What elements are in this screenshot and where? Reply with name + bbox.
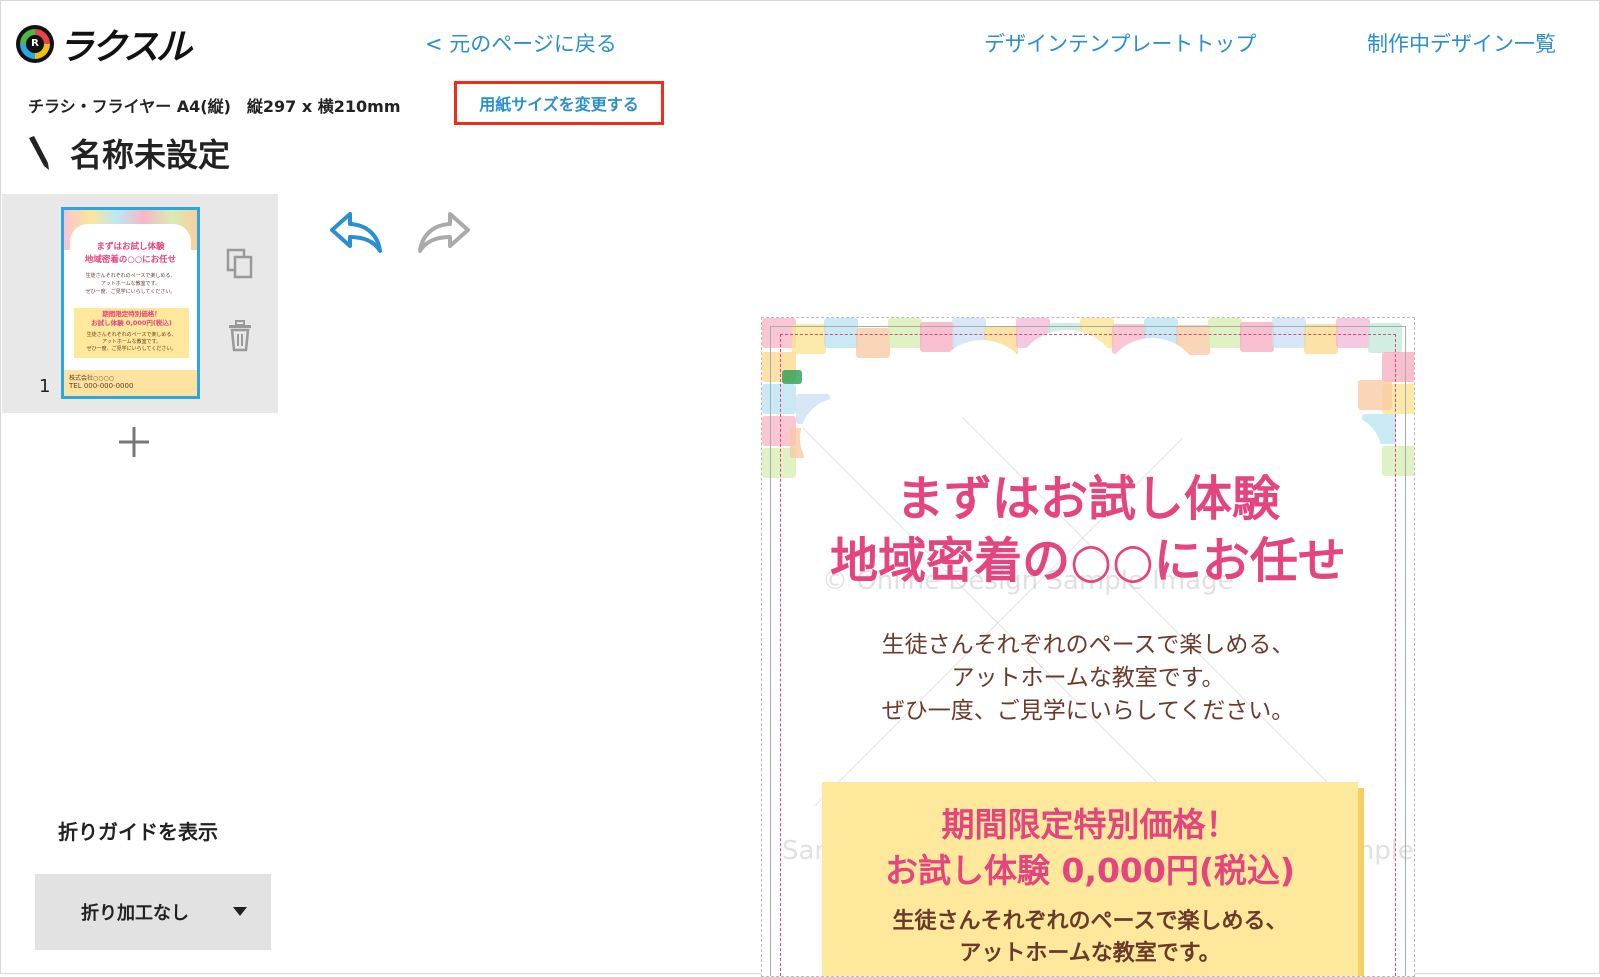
in-progress-designs-link[interactable]: 制作中デザイン一覧: [1367, 28, 1556, 58]
thumb-box-1: 期間限定特別価格！: [102, 310, 161, 318]
price-value[interactable]: お試し体験 0,000円(税込): [822, 848, 1358, 894]
logo-mark-icon: R: [16, 25, 54, 63]
fold-guide-selected-value: 折り加工なし: [81, 903, 189, 924]
change-paper-size-button[interactable]: 用紙サイズを変更する: [454, 81, 664, 125]
pencil-icon: [29, 136, 49, 170]
back-link[interactable]: < 元のページに戻る: [425, 28, 617, 58]
change-paper-size-label: 用紙サイズを変更する: [479, 95, 639, 114]
thumb-box-2: お試し体験 0,000円(税込): [91, 319, 172, 327]
flyer-body-line-1[interactable]: 生徒さんそれぞれのペースで楽しめる、: [762, 629, 1414, 662]
redo-icon[interactable]: [416, 210, 472, 254]
page-number: 1: [39, 376, 51, 397]
design-title[interactable]: 名称未設定: [26, 130, 230, 176]
price-body-line-2[interactable]: アットホームな教室です。: [822, 938, 1358, 970]
undo-icon[interactable]: [328, 210, 384, 254]
thumb-headline-1: まずはお試し体験: [96, 242, 165, 252]
thumb-footer: 株式会社○○○○ TEL 000-000-0000: [64, 370, 197, 396]
thumb-tel: TEL 000-000-0000: [69, 382, 134, 390]
thumb-price-box: 期間限定特別価格！ お試し体験 0,000円(税込) 生徒さんそれぞれのペースで…: [74, 308, 189, 358]
flyer-headline-1[interactable]: まずはお試し体験: [762, 468, 1414, 530]
template-top-link[interactable]: デザインテンプレートトップ: [984, 28, 1256, 58]
flyer-headline-2[interactable]: 地域密着の○○にお任せ: [762, 530, 1414, 592]
price-title[interactable]: 期間限定特別価格！: [822, 802, 1358, 848]
copy-page-icon[interactable]: [226, 248, 254, 280]
thumb-headline-2: 地域密着の○○にお任せ: [84, 255, 177, 265]
thumb-text-2: アットホームな教室です。: [100, 281, 161, 287]
logo-text: ラクスル: [58, 27, 192, 68]
thumb-box-5: ぜひ一度、ご見学にいらしてください。: [86, 346, 177, 352]
delete-page-icon[interactable]: [226, 320, 254, 352]
price-body-line-1[interactable]: 生徒さんそれぞれのペースで楽しめる、: [822, 906, 1358, 938]
page-thumbnail[interactable]: まずはお試し体験 地域密着の○○にお任せ 生徒さんそれぞれのペースで楽しめる、 …: [61, 207, 200, 399]
add-page-icon[interactable]: [116, 424, 152, 460]
design-canvas[interactable]: © Online Design Sample Image Sample Imag…: [761, 317, 1415, 977]
fold-guide-select[interactable]: 折り加工なし: [35, 874, 271, 950]
flyer-body-line-2[interactable]: アットホームな教室です。: [762, 662, 1414, 695]
fold-guide-label: 折りガイドを表示: [58, 820, 218, 844]
design-title-text: 名称未設定: [70, 136, 231, 174]
paper-size-info: チラシ・フライヤー A4(縦) 縦297 x 横210mm: [28, 97, 401, 116]
price-box[interactable]: 期間限定特別価格！ お試し体験 0,000円(税込) 生徒さんそれぞれのペースで…: [822, 782, 1358, 976]
thumb-text-1: 生徒さんそれぞれのペースで楽しめる、: [85, 273, 176, 279]
caret-down-icon: [233, 907, 247, 916]
thumb-company: 株式会社○○○○: [69, 375, 114, 382]
page-list-panel: 1 まずはお試し体験 地域密着の○○にお任せ 生徒さんそれぞれのペースで楽しめる…: [2, 194, 278, 413]
raksul-logo[interactable]: R ラクスル: [16, 22, 192, 68]
thumb-text-3: ぜひ一度、ご見学にいらしてください。: [85, 289, 176, 295]
flyer-body-line-3[interactable]: ぜひ一度、ご見学にいらしてください。: [762, 695, 1414, 728]
